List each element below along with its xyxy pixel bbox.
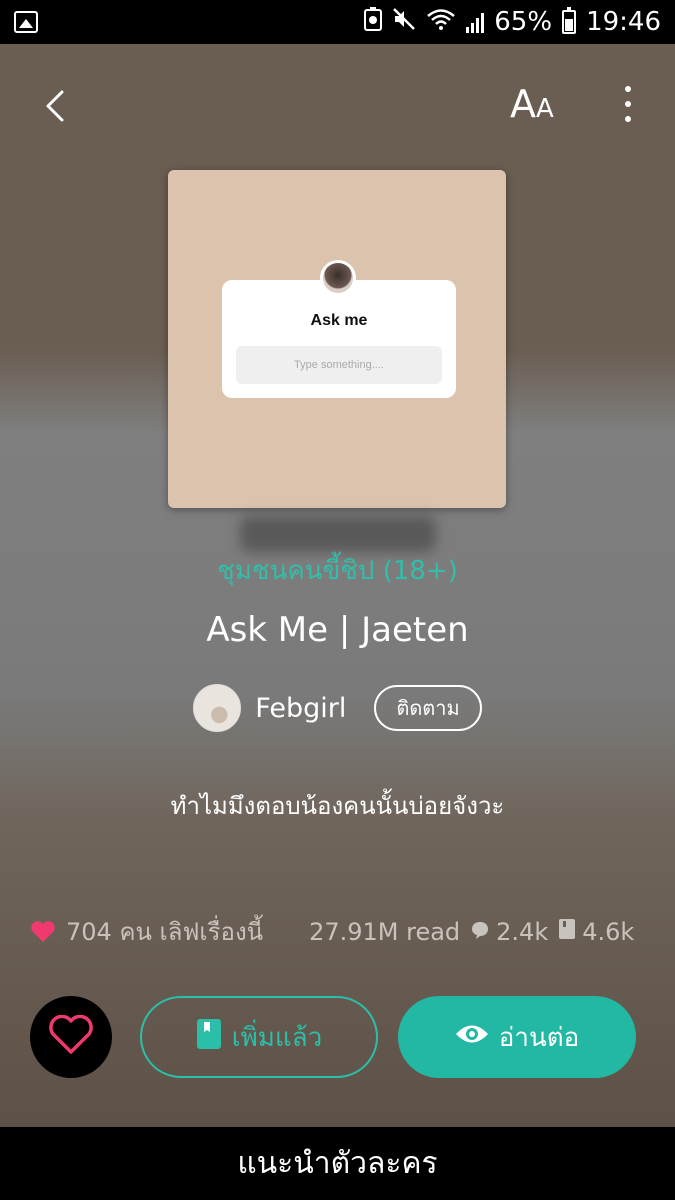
read-label: อ่านต่อ [498,1022,580,1053]
battery-percent: 65% [494,7,553,37]
continue-reading-button[interactable]: อ่านต่อ [398,996,636,1078]
character-intro-tab[interactable]: แนะนำตัวละคร [0,1127,675,1200]
chapter-icon [558,918,576,946]
clock: 19:46 [586,7,661,37]
comment-icon [470,918,490,946]
status-bar: 65% 19:46 [0,0,675,44]
comments-count: 2.4k [496,917,549,946]
heart-outline-icon [48,1014,94,1059]
eye-icon [455,1022,489,1052]
like-button[interactable] [30,996,112,1078]
author-row: Febgirl ติดตาม [0,684,675,732]
follow-button[interactable]: ติดตาม [374,685,482,731]
author-avatar[interactable] [193,684,242,732]
action-bar: เพิ่มแล้ว อ่านต่อ [30,994,650,1078]
reads-count: 27.91M read [309,917,461,946]
recycle-battery-icon [364,6,383,38]
bookmark-book-icon [196,1018,222,1057]
back-arrow-icon[interactable] [42,86,74,126]
status-icons: 65% 19:46 [364,6,661,38]
story-cover: Ask me Type something.... [168,170,506,508]
cover-ask-card: Ask me Type something.... [222,280,456,398]
chapters-count: 4.6k [582,917,635,946]
top-toolbar: AA [0,74,675,134]
cover-avatar [320,260,356,296]
signal-icon [466,11,485,33]
added-label: เพิ่มแล้ว [231,1022,323,1053]
battery-icon [562,7,577,34]
heart-icon [30,920,56,943]
wifi-icon [426,7,456,38]
story-stats: 704 คน เลิฟเรื่องนี้ 27.91M read 2.4k 4.… [30,912,650,951]
font-size-large-a: A [510,82,536,126]
mute-icon [392,7,416,38]
gallery-notification-icon [14,11,38,33]
story-detail-screen: AA Ask me Type something.... ชุมชนคนขี้ช… [0,44,675,1127]
author-name[interactable]: Febgirl [255,693,346,724]
cover-card-input: Type something.... [236,346,442,384]
font-size-small-a: A [536,94,554,124]
added-to-library-button[interactable]: เพิ่มแล้ว [140,996,378,1078]
font-size-icon[interactable]: AA [510,82,554,126]
story-synopsis: ทำไมมึงตอบน้องคนนั้นบ่อยจังวะ [170,792,505,820]
story-category[interactable]: ชุมชนคนขี้ชิป (18+) [0,550,675,591]
likes-count: 704 คน เลิฟเรื่องนี้ [66,918,264,946]
cover-card-title: Ask me [310,312,368,329]
blurred-label [240,516,436,552]
story-title: Ask Me | Jaeten [206,610,469,650]
more-options-icon[interactable] [620,82,636,126]
